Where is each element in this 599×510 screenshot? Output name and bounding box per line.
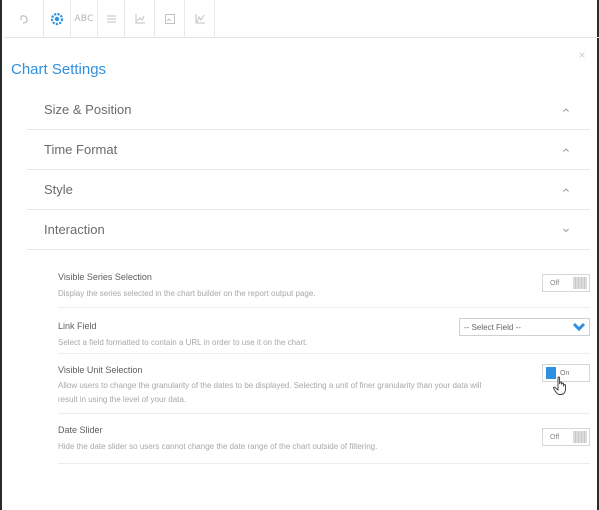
chevron-up-icon (563, 107, 569, 112)
abc-text-icon: ABC (74, 13, 94, 24)
toggle-knob (573, 431, 587, 443)
image-tool-button[interactable] (155, 0, 185, 38)
undo-icon (19, 14, 28, 24)
image-icon (164, 13, 175, 24)
date-slider-toggle[interactable]: Off (542, 428, 590, 446)
chart-settings-window: ABC × Chart Settings Size & Position Tim… (0, 0, 599, 510)
setting-link-field: Link Field Select a field formatted to c… (58, 308, 590, 354)
gear-icon (50, 12, 64, 25)
panel-title: Chart Settings (11, 61, 107, 78)
setting-description: Display the series selected in the chart… (58, 289, 316, 298)
list-icon (106, 15, 116, 22)
section-interaction[interactable]: Interaction (27, 210, 590, 250)
hand-cursor-icon (553, 376, 566, 395)
chart-icon (195, 13, 205, 23)
list-tool-button[interactable] (98, 0, 125, 38)
axis-icon (135, 13, 145, 23)
setting-name: Visible Unit Selection (58, 365, 143, 375)
close-icon[interactable]: × (577, 49, 587, 61)
section-label: Time Format (44, 142, 118, 157)
axis-tool-button[interactable] (125, 0, 155, 38)
settings-tool-button[interactable] (44, 0, 71, 38)
interaction-settings: Visible Series Selection Display the ser… (58, 260, 590, 464)
dropdown-button[interactable] (569, 319, 589, 335)
section-label: Size & Position (44, 102, 132, 117)
section-time-format[interactable]: Time Format (27, 130, 590, 170)
setting-visible-series-selection: Visible Series Selection Display the ser… (58, 260, 590, 308)
section-label: Style (44, 182, 73, 197)
section-style[interactable]: Style (27, 170, 590, 210)
section-label: Interaction (44, 222, 105, 237)
toggle-knob (573, 277, 587, 289)
visible-series-toggle[interactable]: Off (542, 274, 590, 292)
chart-tool-button[interactable] (185, 0, 215, 38)
toolbar: ABC (4, 0, 599, 38)
text-tool-button[interactable]: ABC (71, 0, 98, 38)
select-value: -- Select Field -- (464, 322, 521, 332)
chevron-up-icon (563, 147, 569, 152)
undo-button[interactable] (4, 0, 44, 38)
setting-description: Allow users to change the granularity of… (58, 381, 482, 404)
section-size-position[interactable]: Size & Position (27, 90, 590, 130)
setting-name: Date Slider (58, 425, 103, 435)
link-field-select[interactable]: -- Select Field -- (459, 318, 590, 336)
toggle-state: Off (550, 433, 560, 441)
setting-name: Visible Series Selection (58, 272, 152, 282)
setting-date-slider: Date Slider Hide the date slider so user… (58, 414, 590, 464)
setting-description: Select a field formatted to contain a UR… (58, 338, 308, 347)
toggle-state: Off (550, 279, 560, 287)
chevron-down-icon (563, 228, 569, 232)
settings-sections: Size & Position Time Format Style Intera… (27, 90, 590, 250)
setting-visible-unit-selection: Visible Unit Selection Allow users to ch… (58, 354, 590, 414)
chevron-up-icon (563, 187, 569, 192)
setting-description: Hide the date slider so users cannot cha… (58, 442, 378, 451)
chevron-down-icon (572, 322, 586, 332)
